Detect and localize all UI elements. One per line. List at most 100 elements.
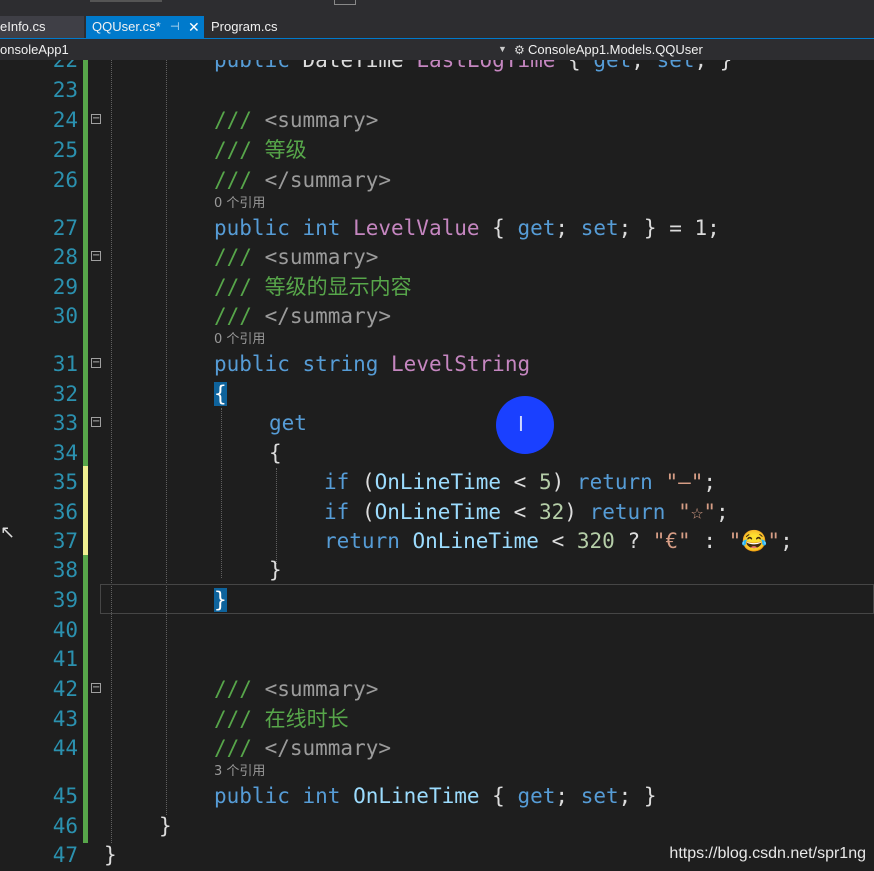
line-number: 37 (52, 529, 78, 553)
code-line-39: 39 } (0, 585, 874, 615)
code-text: get (269, 411, 307, 435)
code-line-34: 34 { (0, 438, 874, 468)
code-line-24: 24 − /// <summary> (0, 105, 874, 135)
line-number: 38 (52, 558, 78, 582)
code-text: /// </summary> (214, 304, 392, 328)
codelens-references[interactable]: 0 个引用 (214, 331, 265, 349)
line-number: 34 (52, 441, 78, 465)
code-line-31: 31 − public string LevelString (0, 349, 874, 379)
code-line-43: 43 /// 在线时长 (0, 704, 874, 734)
code-line-30: 30 /// </summary> (0, 301, 874, 331)
ibeam-cursor-icon: I (518, 412, 524, 436)
class-dropdown[interactable]: ⚙ ConsoleApp1.Models.QQUser (514, 39, 703, 60)
collapse-icon[interactable]: − (91, 417, 101, 427)
code-text: public DateTime LastLogTime { get; set; … (214, 60, 733, 72)
code-text: /// 等级的显示内容 (214, 275, 412, 299)
code-line-26: 26 /// </summary> (0, 165, 874, 195)
code-line-40: 40 (0, 615, 874, 645)
mouse-pointer-icon: ↖ (0, 522, 16, 543)
codelens-references[interactable]: 3 个引用 (214, 763, 265, 781)
line-number: 42 (52, 677, 78, 701)
line-number: 45 (52, 784, 78, 808)
code-text: { (214, 379, 227, 409)
mouse-highlight (496, 396, 554, 454)
code-text: if (OnLineTime < 5) return "–"; (324, 470, 717, 494)
code-line-23: 23 (0, 75, 874, 105)
code-text: public int LevelValue { get; set; } = 1; (214, 216, 720, 240)
tab-label: Program.cs (211, 19, 278, 34)
line-number: 47 (52, 843, 78, 867)
collapse-icon[interactable]: − (91, 358, 101, 368)
code-line-33: 33 − get (0, 408, 874, 438)
line-number: 26 (52, 168, 78, 192)
codelens-references[interactable]: 0 个引用 (214, 195, 265, 213)
tab-qquser[interactable]: QQUser.cs* ⊣ ✕ (86, 16, 204, 38)
line-number: 32 (52, 382, 78, 406)
code-text: /// </summary> (214, 168, 392, 192)
code-line-22: 22 public DateTime LastLogTime { get; se… (0, 60, 874, 75)
line-number: 43 (52, 707, 78, 731)
tab-label: eInfo.cs (0, 19, 46, 34)
code-line-41: 41 (0, 644, 874, 674)
code-text: /// 等级 (214, 138, 307, 162)
line-number: 23 (52, 78, 78, 102)
code-line-42: 42 − /// <summary> (0, 674, 874, 704)
line-number: 25 (52, 138, 78, 162)
code-line-35: 35 if (OnLineTime < 5) return "–"; (0, 467, 874, 497)
line-number: 29 (52, 275, 78, 299)
line-number: 24 (52, 108, 78, 132)
code-line-44: 44 /// </summary> (0, 733, 874, 763)
code-line-36: 36 if (OnLineTime < 32) return "☆"; (0, 497, 874, 527)
code-text: { (269, 441, 282, 465)
navigation-bar: onsoleApp1 ▼ ⚙ ConsoleApp1.Models.QQUser (0, 38, 874, 61)
code-editor[interactable]: 22 public DateTime LastLogTime { get; se… (0, 60, 874, 871)
title-bar-remnant (90, 0, 162, 2)
code-text: } (269, 558, 282, 582)
code-line-37: 37 return OnLineTime < 320 ? "€" : "😂"; (0, 526, 874, 556)
code-text: /// <summary> (214, 108, 379, 132)
code-text: public string LevelString (214, 352, 531, 376)
line-number: 35 (52, 470, 78, 494)
collapse-icon[interactable]: − (91, 251, 101, 261)
code-line-32: 32 { (0, 379, 874, 409)
chevron-down-icon[interactable]: ▼ (498, 39, 507, 60)
line-number: 28 (52, 245, 78, 269)
line-number: 44 (52, 736, 78, 760)
code-text: if (OnLineTime < 32) return "☆"; (324, 500, 729, 524)
code-line-45: 45 public int OnLineTime { get; set; } (0, 781, 874, 811)
document-tab-bar: eInfo.cs QQUser.cs* ⊣ ✕ Program.cs (0, 0, 874, 38)
code-text: } (159, 814, 172, 838)
code-text: /// <summary> (214, 245, 379, 269)
code-line-28: 28 − /// <summary> (0, 242, 874, 272)
line-number: 46 (52, 814, 78, 838)
code-text: /// <summary> (214, 677, 379, 701)
line-number: 36 (52, 500, 78, 524)
code-text: public int OnLineTime { get; set; } (214, 784, 657, 808)
title-bar-remnant (334, 0, 356, 5)
code-line-25: 25 /// 等级 (0, 135, 874, 165)
pin-icon[interactable]: ⊣ (170, 16, 180, 38)
code-text: } (214, 585, 227, 615)
tab-label: QQUser.cs* (92, 19, 161, 34)
line-number: 33 (52, 411, 78, 435)
collapse-icon[interactable]: − (91, 683, 101, 693)
code-text: return OnLineTime < 320 ? "€" : "😂"; (324, 529, 793, 553)
collapse-icon[interactable]: − (91, 114, 101, 124)
code-text: /// </summary> (214, 736, 392, 760)
line-number: 22 (52, 60, 78, 72)
line-number: 39 (52, 588, 78, 612)
tab-program[interactable]: Program.cs (207, 16, 301, 38)
line-number: 31 (52, 352, 78, 376)
class-path: ConsoleApp1.Models.QQUser (528, 42, 703, 57)
line-number: 27 (52, 216, 78, 240)
project-dropdown[interactable]: onsoleApp1 ▼ (0, 39, 510, 60)
tab-userinfo[interactable]: eInfo.cs (0, 16, 84, 38)
close-icon[interactable]: ✕ (188, 16, 200, 38)
matched-brace: { (214, 382, 227, 406)
project-name: onsoleApp1 (0, 42, 69, 57)
line-number: 30 (52, 304, 78, 328)
code-line-46: 46 } (0, 811, 874, 841)
line-number: 41 (52, 647, 78, 671)
code-text: } (104, 843, 117, 867)
code-line-27: 27 public int LevelValue { get; set; } =… (0, 213, 874, 243)
